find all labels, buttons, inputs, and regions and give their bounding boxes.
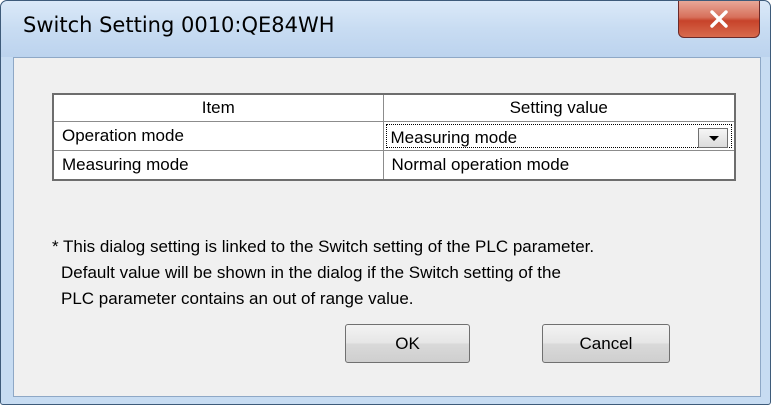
dialog-client-area: Item Setting value Operation mode Measur… [13, 57, 761, 397]
ok-button[interactable]: OK [345, 324, 470, 363]
dropdown-arrow-button[interactable] [698, 128, 728, 148]
window-title: Switch Setting 0010:QE84WH [23, 13, 335, 37]
table-row: Operation mode Measuring mode [52, 121, 736, 151]
note-line-2: Default value will be shown in the dialo… [61, 263, 561, 282]
operation-mode-dropdown[interactable]: Measuring mode [385, 124, 732, 148]
operation-mode-value-cell[interactable]: Measuring mode [382, 121, 736, 151]
table-row: Measuring mode Normal operation mode [52, 150, 736, 181]
chevron-down-icon [709, 136, 719, 141]
column-header-setting-value: Setting value [382, 93, 736, 122]
item-cell-operation-mode: Operation mode [52, 121, 384, 151]
note-line-3: PLC parameter contains an out of range v… [61, 289, 414, 308]
close-button[interactable] [678, 1, 760, 38]
column-header-item: Item [52, 93, 384, 122]
measuring-mode-value-cell[interactable]: Normal operation mode [382, 150, 736, 181]
info-note: * This dialog setting is linked to the S… [52, 234, 752, 312]
table-header-row: Item Setting value [52, 93, 736, 122]
item-cell-measuring-mode: Measuring mode [52, 150, 384, 181]
settings-table: Item Setting value Operation mode Measur… [52, 93, 736, 181]
close-icon [710, 10, 728, 28]
cancel-button[interactable]: Cancel [542, 324, 670, 363]
operation-mode-selected-value: Measuring mode [390, 128, 518, 147]
dialog-window: Switch Setting 0010:QE84WH Item Setting … [0, 0, 771, 405]
title-bar[interactable]: Switch Setting 0010:QE84WH [1, 1, 770, 57]
note-line-1: * This dialog setting is linked to the S… [52, 237, 595, 256]
